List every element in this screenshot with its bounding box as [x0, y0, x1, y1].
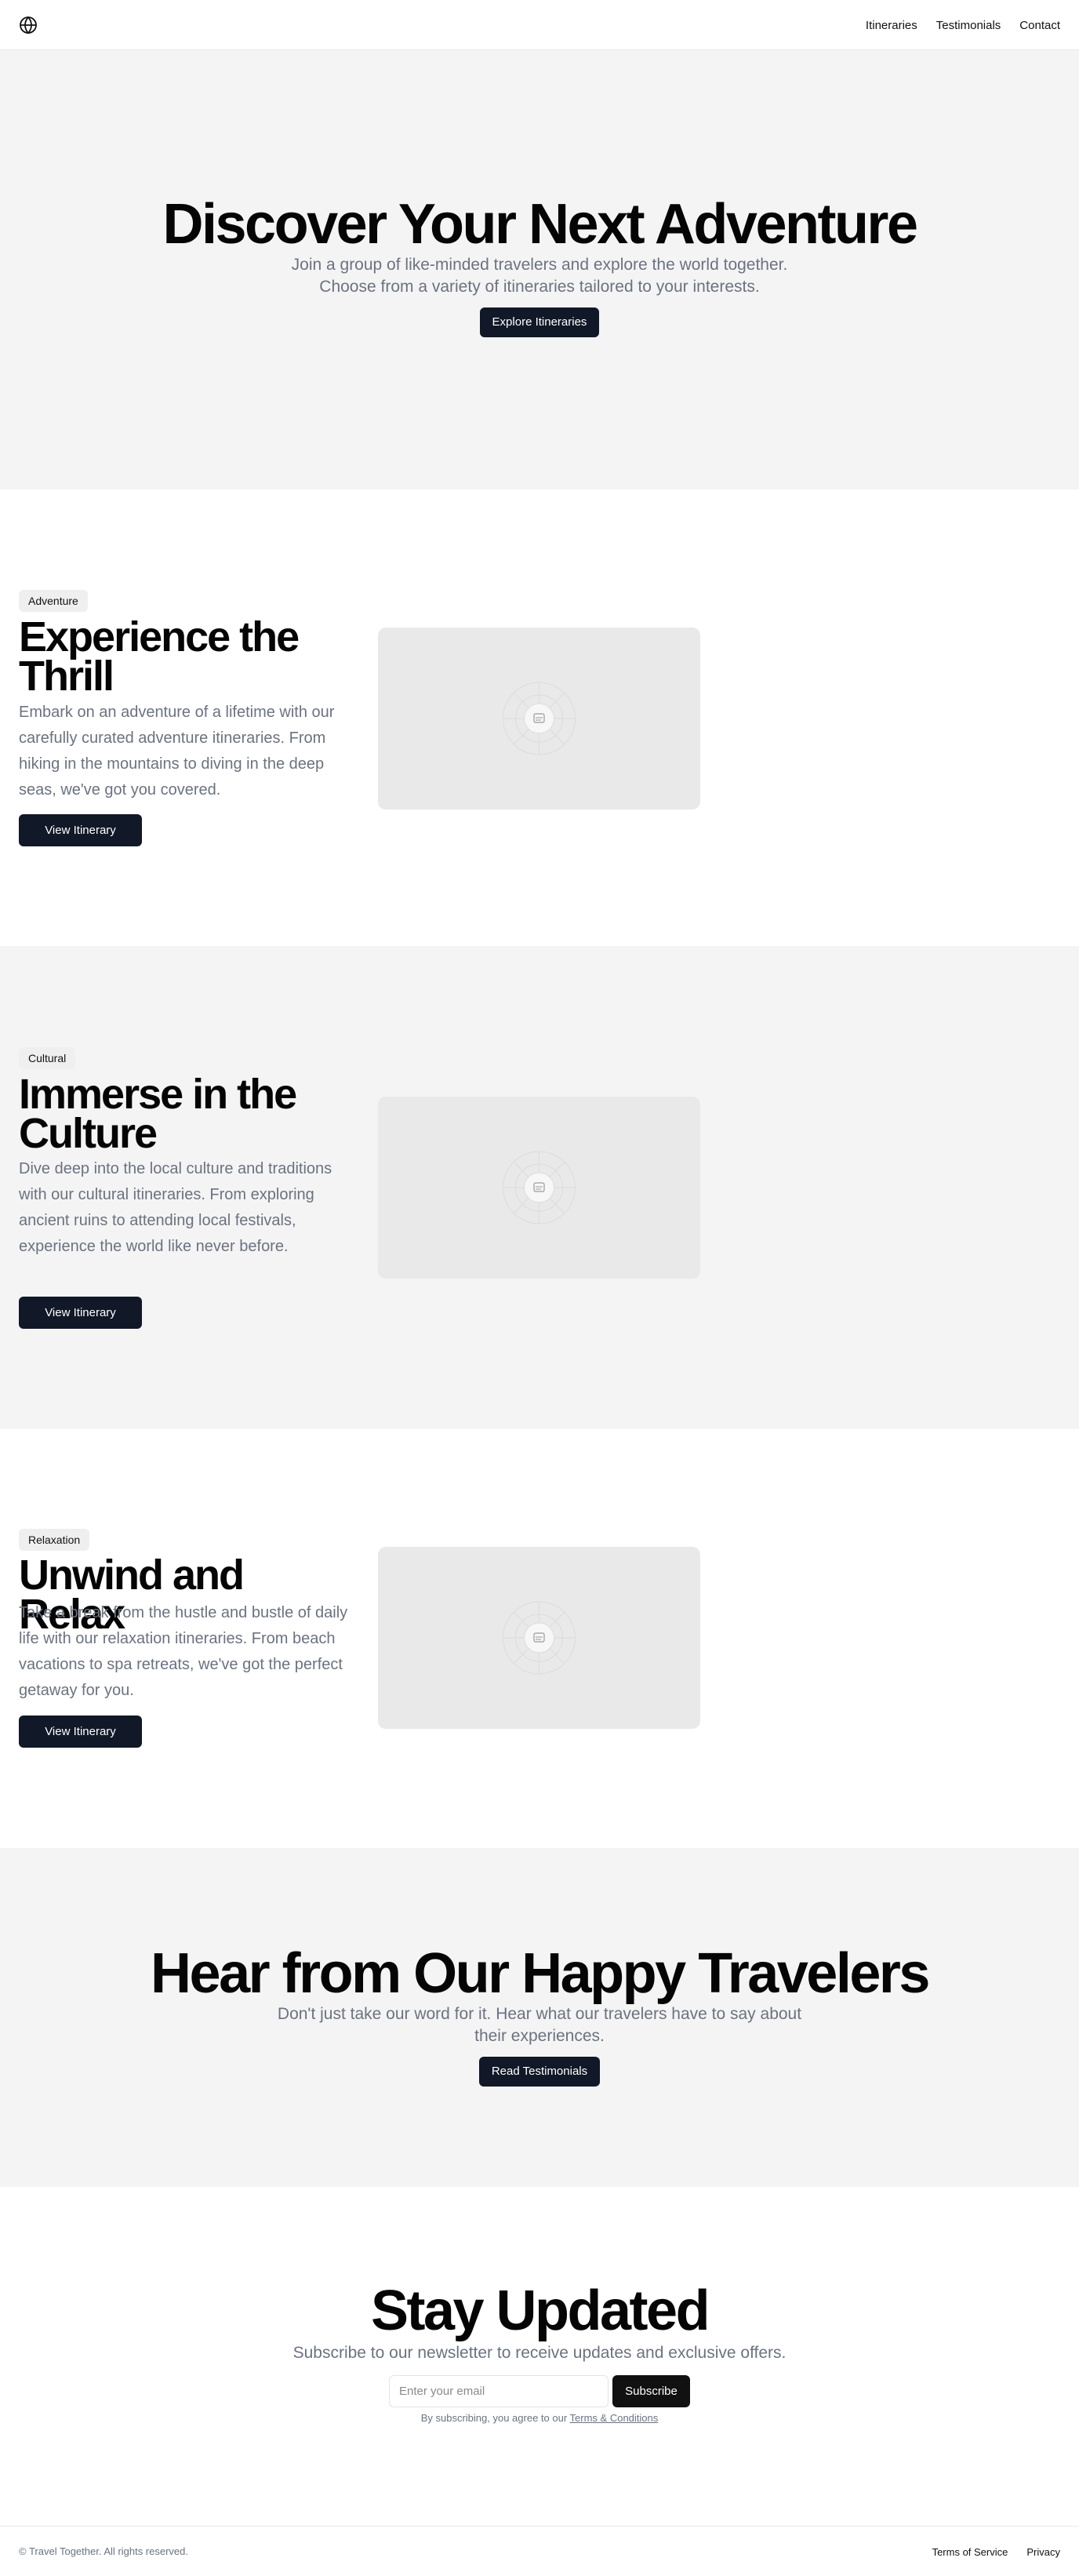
hero-title: Discover Your Next Adventure: [162, 193, 919, 256]
main-nav: Itineraries Testimonials Contact: [866, 0, 1060, 50]
newsletter-content: Stay Updated Subscribe to our newsletter…: [0, 2281, 1079, 2364]
feature-title-cultural: Immerse in the Culture: [19, 1071, 297, 1157]
view-itinerary-button-relaxation[interactable]: View Itinerary: [19, 1716, 142, 1748]
footer-link-privacy[interactable]: Privacy: [1026, 2546, 1060, 2558]
image-placeholder-cultural: [378, 1097, 700, 1279]
hero-content: Discover Your Next Adventure Join a grou…: [0, 195, 1079, 337]
image-placeholder-relaxation: [378, 1547, 700, 1729]
feature-description-relaxation: Take a break from the hustle and bustle …: [19, 1604, 348, 1699]
nav-itineraries[interactable]: Itineraries: [866, 19, 917, 32]
site-header: Itineraries Testimonials Contact: [0, 0, 1079, 50]
badge-cultural: Cultural: [19, 1047, 76, 1069]
newsletter-title: Stay Updated: [370, 2279, 710, 2342]
testimonials-title: Hear from Our Happy Travelers: [151, 1942, 930, 2005]
read-testimonials-button[interactable]: Read Testimonials: [479, 2057, 600, 2087]
copyright-text: © Travel Together. All rights reserved.: [19, 2545, 188, 2557]
image-placeholder-icon: [503, 1601, 576, 1675]
view-itinerary-button-adventure[interactable]: View Itinerary: [19, 814, 142, 846]
subscribe-button[interactable]: Subscribe: [612, 2375, 690, 2407]
terms-notice: By subscribing, you agree to our Terms &…: [0, 2412, 1079, 2424]
badge-adventure: Adventure: [19, 590, 88, 612]
hero-subtitle-line2: Choose from a variety of itineraries tai…: [319, 278, 760, 296]
image-placeholder-icon: [503, 682, 576, 755]
hero-subtitle-line1: Join a group of like-minded travelers an…: [291, 256, 788, 274]
explore-itineraries-button[interactable]: Explore Itineraries: [480, 307, 599, 337]
image-placeholder-adventure: [378, 628, 700, 810]
testimonials-subtitle-line1: Don't just take our word for it. Hear wh…: [277, 2005, 802, 2023]
feature-description-adventure: Embark on an adventure of a lifetime wit…: [19, 704, 335, 799]
feature-description-cultural: Dive deep into the local culture and tra…: [19, 1160, 332, 1255]
badge-relaxation: Relaxation: [19, 1529, 90, 1551]
testimonials-subtitle-line2: their experiences.: [474, 2027, 605, 2045]
image-placeholder-icon: [503, 1151, 576, 1224]
nav-contact[interactable]: Contact: [1019, 19, 1060, 32]
testimonials-content: Hear from Our Happy Travelers Don't just…: [0, 1944, 1079, 2087]
email-input[interactable]: [389, 2375, 609, 2407]
footer-link-terms[interactable]: Terms of Service: [932, 2546, 1008, 2558]
view-itinerary-button-cultural[interactable]: View Itinerary: [19, 1297, 142, 1329]
feature-title-adventure: Experience the Thrill: [19, 613, 300, 700]
terms-prefix: By subscribing, you agree to our: [420, 2412, 570, 2424]
footer-links: Terms of Service Privacy: [932, 2527, 1060, 2576]
newsletter-subtitle: Subscribe to our newsletter to receive u…: [292, 2344, 787, 2362]
globe-icon[interactable]: [19, 16, 38, 35]
site-footer: © Travel Together. All rights reserved. …: [0, 2526, 1079, 2576]
terms-link[interactable]: Terms & Conditions: [570, 2412, 659, 2424]
nav-testimonials[interactable]: Testimonials: [936, 19, 1001, 32]
